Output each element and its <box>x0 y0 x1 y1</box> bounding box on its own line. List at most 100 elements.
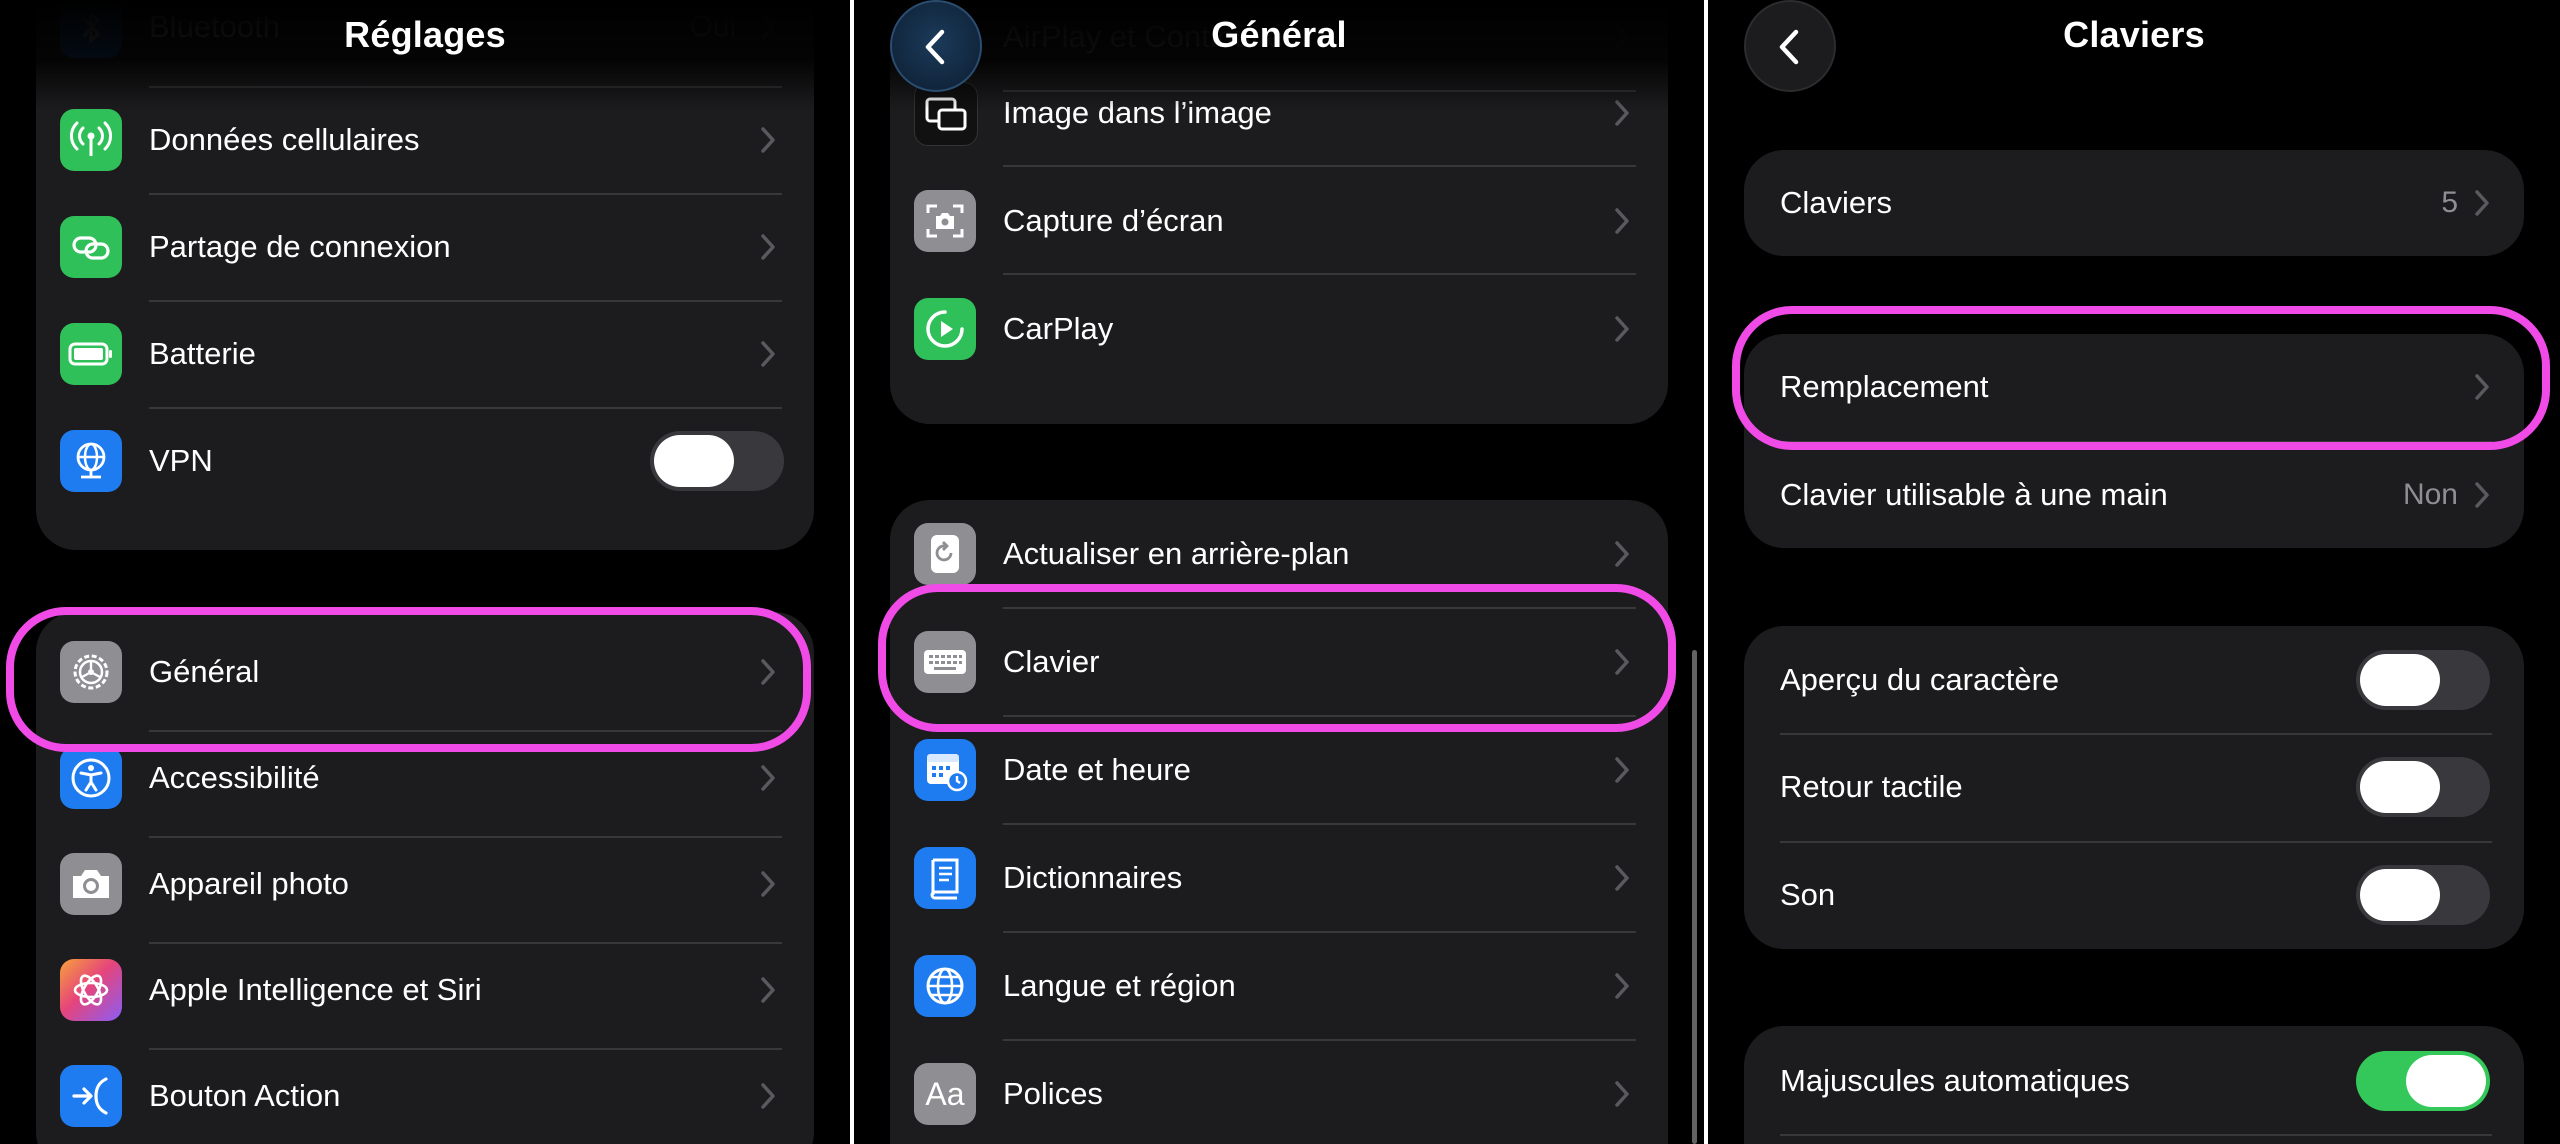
gear-icon <box>60 641 122 703</box>
page-title: Claviers <box>2063 14 2205 55</box>
character-preview-toggle[interactable] <box>2356 650 2490 710</box>
settings-row-label: Partage de connexion <box>149 229 451 264</box>
keyboards-row-sound: Son <box>1744 842 2524 948</box>
general-group-media: AirPlay et Continuité Image dans l’image… <box>890 0 1668 424</box>
settings-row-label: Général <box>149 654 260 689</box>
keyboards-row-text-replacement[interactable]: Remplacement <box>1744 334 2524 440</box>
chevron-right-icon <box>1615 208 1629 234</box>
general-row-label: Polices <box>1003 1076 1103 1111</box>
camera-icon <box>60 853 122 915</box>
vpn-toggle[interactable] <box>650 431 784 491</box>
chevron-right-icon <box>1615 973 1629 999</box>
keyboards-row-label: Son <box>1780 877 1836 912</box>
chevron-right-icon <box>1615 757 1629 783</box>
calendar-clock-icon <box>914 739 976 801</box>
general-row-label: Clavier <box>1003 644 1100 679</box>
chevron-right-icon <box>761 341 775 367</box>
general-row-date-time[interactable]: Date et heure <box>890 717 1668 823</box>
settings-row-camera[interactable]: Appareil photo <box>36 831 814 937</box>
general-row-fonts[interactable]: Aa Polices <box>890 1041 1668 1144</box>
keyboards-group-auto: Majuscules automatiques <box>1744 1026 2524 1144</box>
general-row-dictionaries[interactable]: Dictionnaires <box>890 825 1668 931</box>
general-row-picture-in-picture[interactable]: Image dans l’image <box>890 60 1668 166</box>
settings-row-apple-intelligence[interactable]: Apple Intelligence et Siri <box>36 937 814 1043</box>
screenshot-icon <box>914 190 976 252</box>
keyboards-row-label: Remplacement <box>1780 369 1989 404</box>
sound-toggle[interactable] <box>2356 865 2490 925</box>
settings-row-action-button[interactable]: Bouton Action <box>36 1043 814 1144</box>
settings-group-connectivity: Bluetooth Oui Données cellulaires Partag… <box>36 0 814 550</box>
keyboards-group-feedback: Aperçu du caractère Retour tactile Son <box>1744 626 2524 949</box>
general-row-label: Capture d’écran <box>1003 203 1224 238</box>
general-row-language-region[interactable]: Langue et région <box>890 933 1668 1039</box>
chevron-right-icon <box>761 234 775 260</box>
chevron-right-icon <box>761 1083 775 1109</box>
settings-row-cellular[interactable]: Données cellulaires <box>36 87 814 193</box>
settings-row-hotspot[interactable]: Partage de connexion <box>36 194 814 300</box>
settings-row-battery[interactable]: Batterie <box>36 301 814 407</box>
keyboards-group-options: Remplacement Clavier utilisable à une ma… <box>1744 334 2524 548</box>
settings-row-label: Batterie <box>149 336 256 371</box>
keyboards-row-haptic: Retour tactile <box>1744 734 2524 840</box>
general-row-label: Image dans l’image <box>1003 95 1272 130</box>
keyboards-count: 5 <box>2441 186 2458 219</box>
keyboards-row-label: Majuscules automatiques <box>1780 1063 2130 1098</box>
general-row-carplay[interactable]: CarPlay <box>890 276 1668 382</box>
antenna-icon <box>60 109 122 171</box>
keyboards-row-keyboards[interactable]: Claviers 5 <box>1744 150 2524 256</box>
page-title: Général <box>1211 14 1347 55</box>
settings-row-general[interactable]: Général <box>36 619 814 725</box>
chevron-right-icon <box>1615 649 1629 675</box>
general-row-label: Langue et région <box>1003 968 1236 1003</box>
keyboards-row-one-handed[interactable]: Clavier utilisable à une main Non <box>1744 442 2524 548</box>
general-row-label: Actualiser en arrière-plan <box>1003 536 1350 571</box>
keyboards-row-label: Claviers <box>1780 185 1892 220</box>
chevron-right-icon <box>1615 316 1629 342</box>
refresh-icon <box>914 523 976 585</box>
settings-row-label: Apple Intelligence et Siri <box>149 972 482 1007</box>
keyboards-panel: Claviers 5 Remplacement Clavier utilisab… <box>1708 0 2560 1144</box>
settings-row-accessibility[interactable]: Accessibilité <box>36 725 814 831</box>
auto-capitalization-toggle[interactable] <box>2356 1051 2490 1111</box>
general-row-label: CarPlay <box>1003 311 1114 346</box>
carplay-icon <box>914 298 976 360</box>
link-chain-icon <box>60 216 122 278</box>
chevron-right-icon <box>2475 374 2489 400</box>
haptic-toggle[interactable] <box>2356 757 2490 817</box>
accessibility-icon <box>60 747 122 809</box>
one-handed-value: Non <box>2402 478 2458 511</box>
settings-row-label: Données cellulaires <box>149 122 420 157</box>
settings-row-vpn: VPN <box>36 408 814 514</box>
chevron-right-icon <box>761 977 775 1003</box>
chevron-right-icon <box>761 871 775 897</box>
general-row-keyboard[interactable]: Clavier <box>890 609 1668 715</box>
chevron-right-icon <box>1615 100 1629 126</box>
chevron-right-icon <box>761 765 775 791</box>
settings-row-label: Accessibilité <box>149 760 320 795</box>
settings-group-system: Général Accessibilité Appareil photo App… <box>36 612 814 1144</box>
battery-icon <box>60 323 122 385</box>
general-row-background-refresh[interactable]: Actualiser en arrière-plan <box>890 501 1668 607</box>
action-button-icon <box>60 1065 122 1127</box>
scrollbar[interactable] <box>1692 650 1697 1144</box>
keyboards-row-auto-capitalization: Majuscules automatiques <box>1744 1028 2524 1134</box>
chevron-right-icon <box>761 659 775 685</box>
book-icon <box>914 847 976 909</box>
settings-row-label: Appareil photo <box>149 866 349 901</box>
globe-network-icon <box>60 430 122 492</box>
keyboards-row-label: Clavier utilisable à une main <box>1780 477 2168 512</box>
fonts-icon: Aa <box>914 1063 976 1125</box>
general-panel: AirPlay et Continuité Image dans l’image… <box>854 0 1704 1144</box>
keyboards-row-character-preview: Aperçu du caractère <box>1744 627 2524 733</box>
chevron-right-icon <box>2475 190 2489 216</box>
chevron-right-icon <box>2475 482 2489 508</box>
general-row-label: Date et heure <box>1003 752 1191 787</box>
settings-row-label: VPN <box>149 443 213 478</box>
picture-in-picture-icon <box>914 82 978 146</box>
chevron-right-icon <box>761 127 775 153</box>
page-title: Réglages <box>344 14 506 55</box>
keyboards-row-label: Retour tactile <box>1780 769 1963 804</box>
keyboards-group-list: Claviers 5 <box>1744 150 2524 256</box>
general-group-system: Actualiser en arrière-plan Clavier Date … <box>890 500 1668 1144</box>
general-row-screenshot[interactable]: Capture d’écran <box>890 168 1668 274</box>
